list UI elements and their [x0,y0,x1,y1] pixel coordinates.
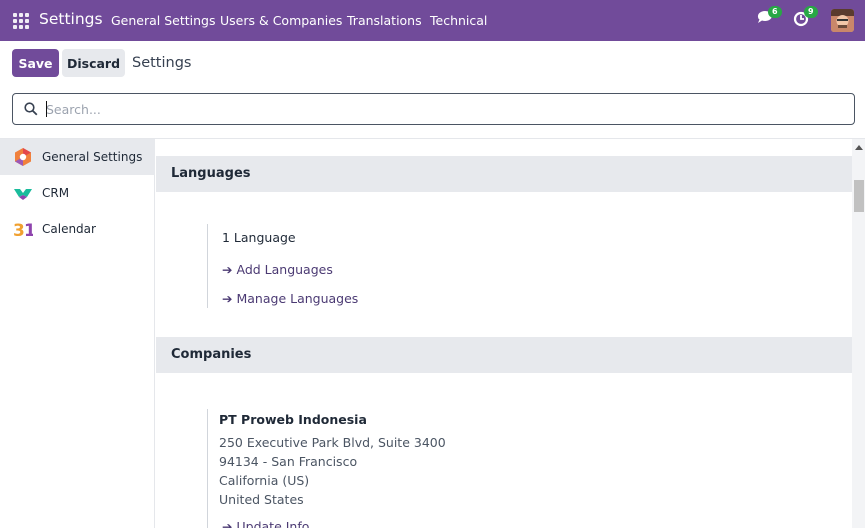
menu-general-settings[interactable]: General Settings [111,13,216,28]
sidebar-item-label: Calendar [42,222,96,236]
arrow-right-icon: ➔ [222,291,233,306]
section-languages-heading: Languages [156,156,852,192]
general-settings-icon [15,148,31,166]
activities-button[interactable]: 9 [793,6,818,34]
search-icon [24,102,38,116]
languages-block: 1 Language ➔ Add Languages ➔ Manage Langua… [207,224,358,308]
address-line: United States [219,492,304,507]
section-companies-heading: Companies [156,337,852,373]
arrow-right-icon: ➔ [222,262,233,277]
sidebar-item-label: CRM [42,186,70,200]
address-line: 250 Executive Park Blvd, Suite 3400 [219,435,446,450]
user-avatar[interactable] [831,9,854,32]
address-line: 94134 - San Francisco [219,454,358,469]
control-panel: Save Discard Settings [0,41,865,85]
add-languages-link[interactable]: ➔ Add Languages [222,262,333,277]
address-line: California (US) [219,473,310,488]
svg-text:1: 1 [24,221,33,239]
breadcrumb: Settings [132,55,192,71]
menu-translations[interactable]: Translations [347,13,422,28]
link-label: Manage Languages [236,291,359,306]
company-block: PT Proweb Indonesia 250 Executive Park B… [207,409,446,528]
save-button[interactable]: Save [12,49,59,77]
scrollbar-thumb[interactable] [854,180,864,212]
sidebar-item-calendar[interactable]: 3 1 Calendar [0,211,155,247]
top-navbar: Settings General Settings Users & Compan… [0,0,865,41]
settings-content: Languages 1 Language ➔ Add Languages ➔ Man… [156,139,852,528]
search-box [12,93,855,125]
language-count: 1 Language [222,230,296,245]
search-input[interactable] [46,98,836,120]
calendar-icon: 3 1 [13,221,33,239]
sidebar-item-crm[interactable]: CRM [0,175,155,211]
menu-users-companies[interactable]: Users & Companies [220,13,342,28]
update-info-link[interactable]: ➔ Update Info [222,519,309,528]
settings-sidebar: General Settings CRM 3 1 Calendar [0,139,155,528]
app-brand[interactable]: Settings [39,10,103,28]
link-label: Update Info [236,519,310,528]
activities-badge: 9 [804,6,818,18]
company-name: PT Proweb Indonesia [219,412,367,427]
messages-button[interactable]: 6 [756,6,782,34]
text-caret [46,101,47,117]
arrow-right-icon: ➔ [222,519,233,528]
discard-button[interactable]: Discard [62,49,125,77]
link-label: Add Languages [236,262,333,277]
messages-badge: 6 [768,6,782,18]
apps-grid-icon[interactable] [13,13,29,29]
scroll-up-icon[interactable] [855,145,863,150]
manage-languages-link[interactable]: ➔ Manage Languages [222,291,358,306]
crm-icon [14,189,32,200]
menu-technical[interactable]: Technical [430,13,487,28]
sidebar-item-general-settings[interactable]: General Settings [0,139,155,175]
sidebar-item-label: General Settings [42,150,143,164]
